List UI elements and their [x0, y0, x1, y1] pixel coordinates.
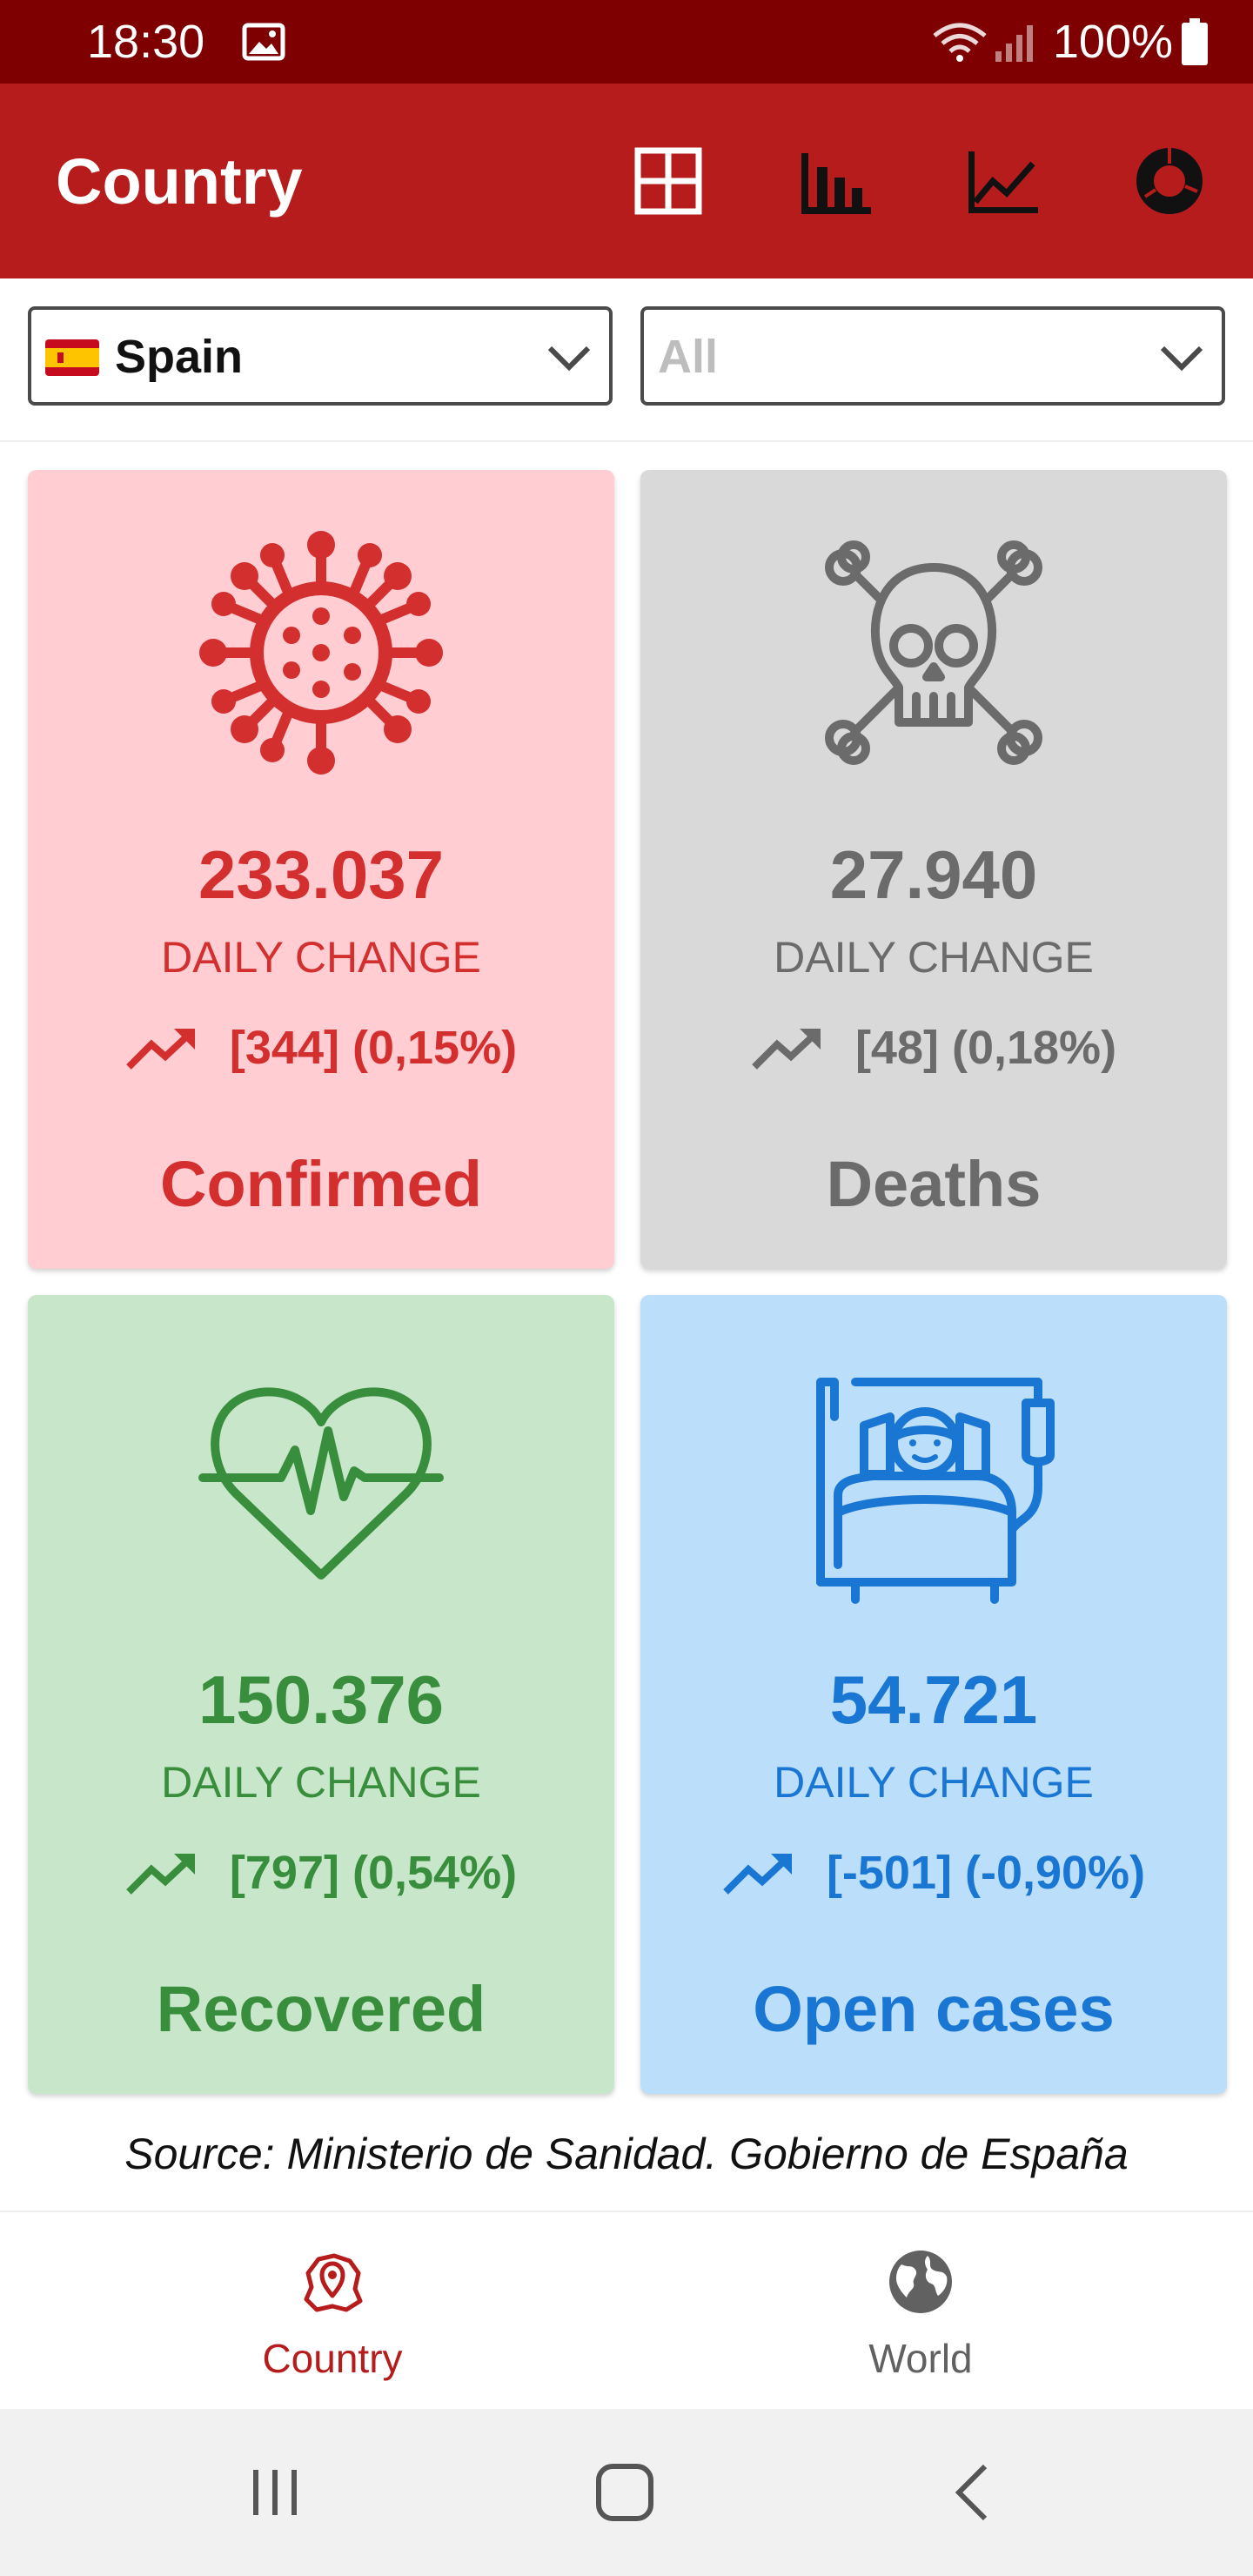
open-cases-daily-change: [-501] (-0,90%): [640, 1845, 1227, 1901]
recovered-value: 150.376: [198, 1661, 444, 1738]
recovered-card[interactable]: 150.376 DAILY CHANGE [797] (0,54%) Recov…: [28, 1295, 614, 2094]
country-select-value: Spain: [115, 331, 244, 383]
chevron-down-icon: [547, 345, 591, 372]
recovered-label: Recovered: [156, 1973, 486, 2045]
hospital-bed-patient-icon: [816, 1378, 1055, 1604]
home-icon[interactable]: [590, 2458, 660, 2527]
page-title: Country: [56, 145, 303, 218]
nav-world-label: World: [868, 2336, 973, 2381]
region-select-placeholder: All: [658, 331, 719, 383]
grid-icon: [634, 147, 702, 215]
recent-apps-icon[interactable]: [240, 2458, 310, 2527]
donut-chart-button[interactable]: [1128, 139, 1211, 223]
open-cases-card[interactable]: 54.721 DAILY CHANGE [-501] (-0,90%) Open…: [640, 1295, 1227, 2094]
status-right: 100%: [931, 14, 1208, 70]
open-cases-label: Open cases: [753, 1973, 1115, 2045]
bar-chart-button[interactable]: [794, 139, 877, 223]
bar-chart-icon: [801, 153, 871, 214]
skull-crossbones-icon: [825, 540, 1042, 765]
deaths-daily-change-label: DAILY CHANGE: [774, 933, 1094, 982]
system-navigation-bar: [0, 2409, 1253, 2576]
open-cases-daily-change-label: DAILY CHANGE: [774, 1758, 1094, 1807]
open-cases-daily-change-value: [-501] (-0,90%): [826, 1847, 1146, 1899]
trending-up-icon: [126, 1854, 195, 1895]
confirmed-label: Confirmed: [160, 1148, 482, 1220]
status-bar: 18:30 100%: [0, 0, 1253, 84]
source-text: Source: Ministerio de Sanidad. Gobierno …: [124, 2130, 1129, 2178]
confirmed-daily-change: [344] (0,15%): [28, 1020, 614, 1076]
trending-up-icon: [126, 1029, 195, 1070]
image-notification-icon: [242, 23, 285, 61]
confirmed-daily-change-value: [344] (0,15%): [229, 1022, 518, 1074]
trending-up-icon: [723, 1854, 792, 1895]
deaths-card[interactable]: 27.940 DAILY CHANGE [48] (0,18%) Deaths: [640, 470, 1227, 1269]
country-map-pin-icon: [304, 2253, 363, 2312]
recovered-daily-change-label: DAILY CHANGE: [161, 1758, 481, 1807]
wifi-icon: [933, 23, 987, 62]
battery-percentage: 100%: [1052, 16, 1173, 68]
nav-country-label: Country: [262, 2336, 403, 2381]
filters-bar: Spain All: [0, 278, 1253, 442]
recovered-daily-change-value: [797] (0,54%): [229, 1847, 518, 1899]
country-select[interactable]: Spain: [28, 306, 613, 406]
nav-country[interactable]: Country: [19, 2212, 646, 2411]
recovered-daily-change: [797] (0,54%): [28, 1845, 614, 1901]
deaths-daily-change: [48] (0,18%): [640, 1020, 1227, 1076]
virus-icon: [199, 531, 443, 775]
deaths-value: 27.940: [829, 836, 1038, 913]
region-select[interactable]: All: [640, 306, 1225, 406]
heartbeat-icon: [198, 1387, 444, 1580]
signal-icon: [995, 25, 1033, 62]
confirmed-daily-change-label: DAILY CHANGE: [161, 933, 481, 982]
open-cases-value: 54.721: [829, 1661, 1038, 1738]
spain-flag-icon: [45, 339, 99, 376]
line-chart-icon: [968, 151, 1038, 213]
grid-view-button[interactable]: [626, 139, 710, 223]
battery-icon: [1182, 18, 1208, 65]
line-chart-button[interactable]: [961, 139, 1044, 223]
nav-world[interactable]: World: [607, 2212, 1234, 2411]
deaths-daily-change-value: [48] (0,18%): [854, 1022, 1117, 1074]
trending-up-icon: [752, 1029, 821, 1070]
back-icon[interactable]: [940, 2458, 1009, 2527]
status-time: 18:30: [87, 16, 205, 68]
deaths-label: Deaths: [826, 1148, 1042, 1220]
app-bar: Country: [0, 84, 1253, 278]
chevron-down-icon: [1160, 345, 1203, 372]
confirmed-value: 233.037: [198, 836, 444, 913]
globe-icon: [889, 2251, 952, 2313]
bottom-navigation: Country World: [0, 2210, 1253, 2411]
donut-chart-icon: [1136, 148, 1203, 214]
confirmed-card[interactable]: 233.037 DAILY CHANGE [344] (0,15%) Confi…: [28, 470, 614, 1269]
